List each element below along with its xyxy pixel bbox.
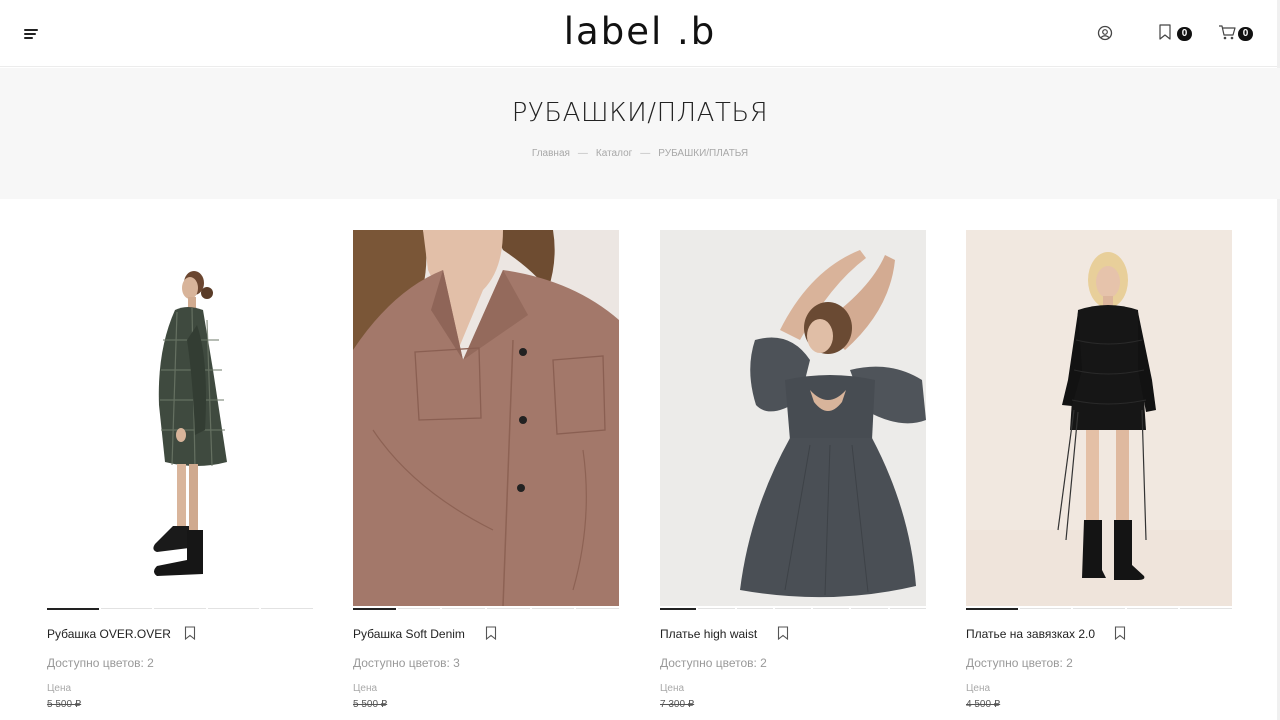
old-price: 5 500 ₽ xyxy=(47,699,82,710)
breadcrumb-current: РУБАШКИ/ПЛАТЬЯ xyxy=(658,148,749,159)
product-name[interactable]: Рубашка Soft Denim xyxy=(353,627,465,641)
image-slider-dots[interactable] xyxy=(660,608,926,610)
product-name-row: Рубашка Soft Denim xyxy=(353,625,619,641)
cart-count-badge: 0 xyxy=(1238,27,1253,41)
breadcrumb: Главная — Каталог — РУБАШКИ/ПЛАТЬЯ xyxy=(0,148,1280,159)
site-header: label .b 0 0 xyxy=(0,0,1280,67)
user-icon[interactable] xyxy=(1097,25,1113,41)
site-logo[interactable]: label .b xyxy=(0,10,1280,53)
product-name-row: Рубашка OVER.OVER xyxy=(47,625,313,641)
old-price: 4 500 ₽ xyxy=(966,699,1001,710)
price-label: Цена xyxy=(47,683,72,694)
product-image[interactable] xyxy=(353,230,619,606)
page-title: РУБАШКИ/ПЛАТЬЯ xyxy=(511,98,769,128)
cart-icon[interactable] xyxy=(1218,24,1236,40)
product-image[interactable] xyxy=(660,230,926,606)
available-colors: Доступно цветов: 3 xyxy=(353,656,460,670)
product-name[interactable]: Платье на завязках 2.0 xyxy=(966,627,1095,641)
price-label: Цена xyxy=(966,683,991,694)
favorites-count-badge: 0 xyxy=(1177,27,1192,41)
page-title-band: РУБАШКИ/ПЛАТЬЯ Главная — Каталог — РУБАШКИ/П… xyxy=(0,68,1280,199)
bookmark-icon[interactable] xyxy=(1158,24,1172,40)
bookmark-icon[interactable] xyxy=(184,626,196,640)
price-label: Цена xyxy=(660,683,685,694)
product-card: Платье на завязках 2.0 Доступно цветов: … xyxy=(966,230,1232,710)
image-slider-dots[interactable] xyxy=(966,608,1232,610)
available-colors: Доступно цветов: 2 xyxy=(966,656,1073,670)
product-card: Платье high waist Доступно цветов: 2 Цен… xyxy=(660,230,926,710)
bookmark-icon[interactable] xyxy=(485,626,497,640)
breadcrumb-home[interactable]: Главная xyxy=(532,148,570,159)
available-colors: Доступно цветов: 2 xyxy=(660,656,767,670)
image-slider-dots[interactable] xyxy=(353,608,620,610)
product-card: Рубашка Soft Denim Доступно цветов: 3 Це… xyxy=(353,230,620,710)
product-name[interactable]: Платье high waist xyxy=(660,627,757,641)
breadcrumb-catalog[interactable]: Каталог xyxy=(596,148,632,159)
breadcrumb-separator: — xyxy=(640,148,651,159)
bookmark-icon[interactable] xyxy=(1114,626,1126,640)
available-colors: Доступно цветов: 2 xyxy=(47,656,154,670)
image-slider-dots[interactable] xyxy=(47,608,313,610)
old-price: 7 300 ₽ xyxy=(660,699,695,710)
product-image[interactable] xyxy=(966,230,1232,606)
old-price: 5 500 ₽ xyxy=(353,699,388,710)
bookmark-icon[interactable] xyxy=(777,626,789,640)
product-card: Рубашка OVER.OVER Доступно цветов: 2 Цен… xyxy=(47,230,313,710)
product-name-row: Платье high waist xyxy=(660,625,926,641)
product-name[interactable]: Рубашка OVER.OVER xyxy=(47,627,171,641)
price-label: Цена xyxy=(353,683,378,694)
product-image[interactable] xyxy=(47,230,313,606)
breadcrumb-separator: — xyxy=(577,148,588,159)
product-name-row: Платье на завязках 2.0 xyxy=(966,625,1232,641)
